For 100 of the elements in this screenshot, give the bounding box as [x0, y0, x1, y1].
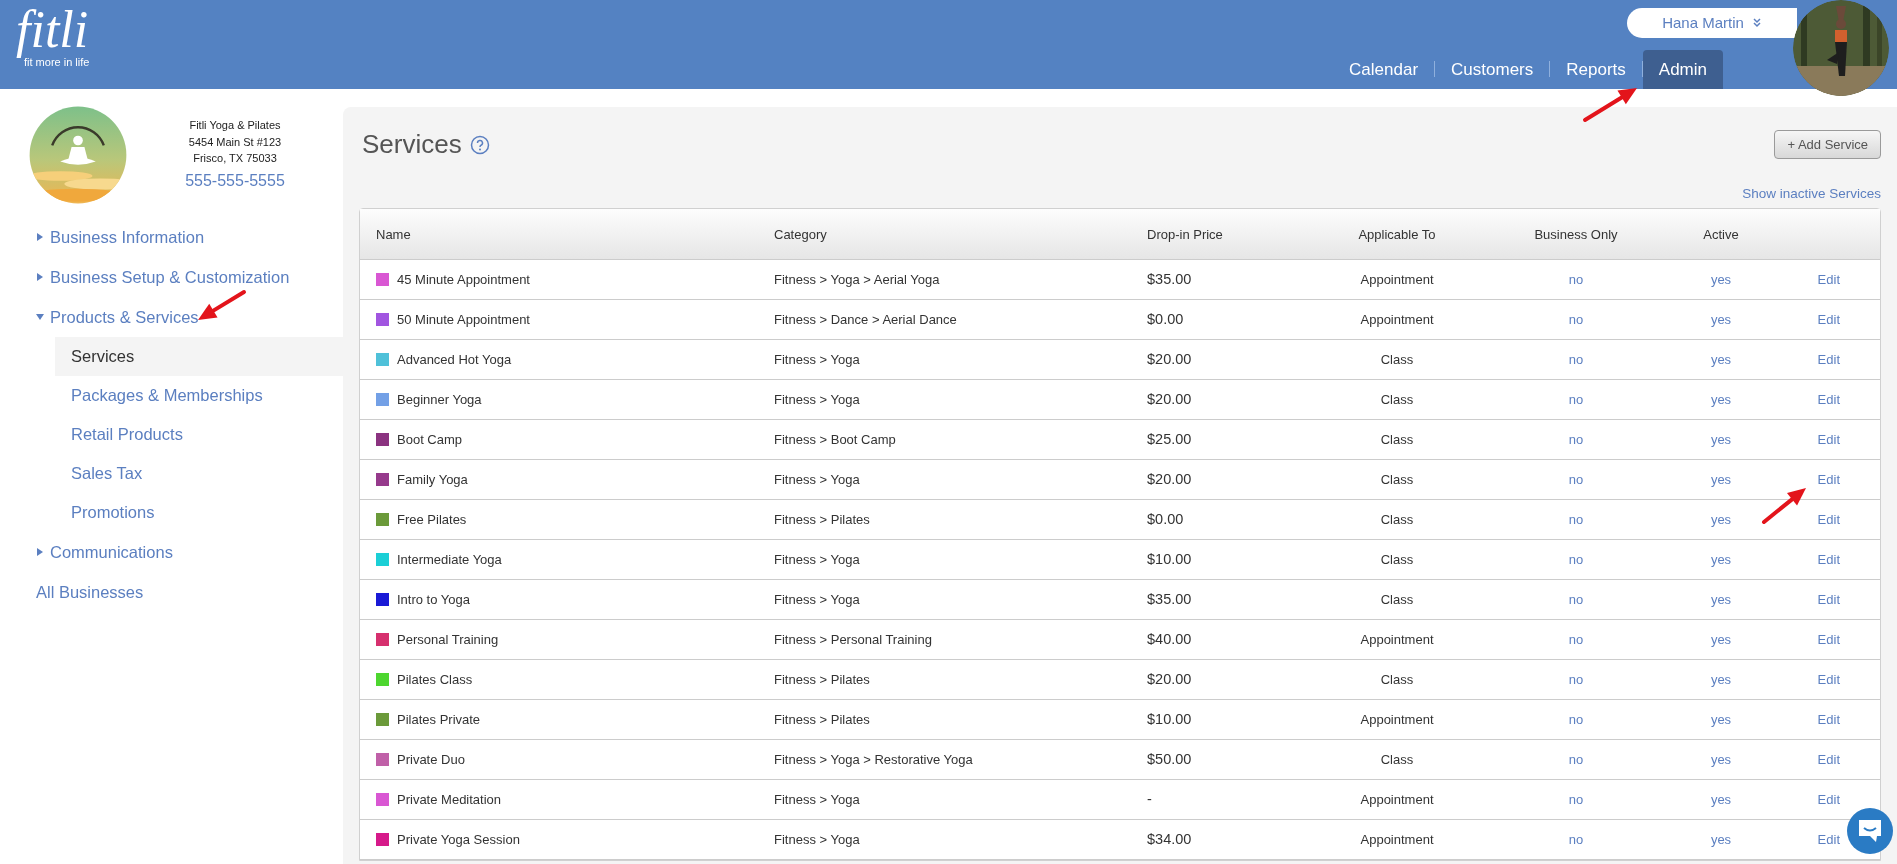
- business-only-cell: no: [1568, 312, 1584, 327]
- chevrons-down-icon: [1751, 18, 1762, 28]
- category-cell: Fitness > Dance > Aerial Dance: [774, 312, 957, 327]
- category-cell: Fitness > Yoga: [774, 592, 860, 607]
- edit-link[interactable]: Edit: [1817, 712, 1840, 727]
- business-only-cell: no: [1568, 272, 1584, 287]
- applicable-cell: Class: [1380, 432, 1414, 447]
- edit-link[interactable]: Edit: [1817, 432, 1840, 447]
- category-cell: Fitness > Yoga: [774, 832, 860, 847]
- edit-link[interactable]: Edit: [1817, 752, 1840, 767]
- edit-link[interactable]: Edit: [1817, 632, 1840, 647]
- edit-link[interactable]: Edit: [1817, 392, 1840, 407]
- applicable-cell: Class: [1380, 592, 1414, 607]
- edit-link[interactable]: Edit: [1817, 832, 1840, 847]
- column-header: Category: [774, 227, 827, 243]
- active-cell: yes: [1710, 592, 1732, 607]
- nav-tab[interactable]: Admin: [1642, 50, 1723, 89]
- service-name: Private Duo: [397, 751, 465, 769]
- user-menu[interactable]: Hana Martin: [1627, 8, 1797, 38]
- price-cell: -: [1147, 790, 1152, 807]
- logo[interactable]: fitli: [16, 4, 90, 56]
- sidebar-item[interactable]: Products & Services: [0, 297, 343, 337]
- active-cell: yes: [1710, 712, 1732, 727]
- column-header: Name: [376, 227, 411, 243]
- business-only-cell: no: [1568, 632, 1584, 647]
- caret-right-icon: [36, 233, 44, 241]
- sidebar-subitem[interactable]: Sales Tax: [55, 454, 343, 493]
- service-name: Intermediate Yoga: [397, 551, 502, 569]
- edit-link[interactable]: Edit: [1817, 792, 1840, 807]
- active-cell: yes: [1710, 312, 1732, 327]
- business-only-cell: no: [1568, 352, 1584, 367]
- applicable-cell: Appointment: [1360, 272, 1434, 287]
- edit-link[interactable]: Edit: [1817, 472, 1840, 487]
- edit-link[interactable]: Edit: [1817, 512, 1840, 527]
- edit-link[interactable]: Edit: [1817, 552, 1840, 567]
- edit-link[interactable]: Edit: [1817, 592, 1840, 607]
- price-cell: $20.00: [1147, 390, 1192, 407]
- applicable-cell: Class: [1380, 392, 1414, 407]
- category-cell: Fitness > Personal Training: [774, 632, 932, 647]
- business-city: Frisco, TX 75033: [193, 151, 277, 167]
- page-title: Services: [362, 128, 462, 161]
- business-only-cell: no: [1568, 392, 1584, 407]
- price-cell: $20.00: [1147, 350, 1192, 367]
- service-name: Intro to Yoga: [397, 591, 470, 609]
- help-icon[interactable]: [469, 134, 490, 155]
- edit-link[interactable]: Edit: [1817, 312, 1840, 327]
- applicable-cell: Class: [1380, 672, 1414, 687]
- service-name: 50 Minute Appointment: [397, 311, 530, 329]
- applicable-cell: Class: [1380, 472, 1414, 487]
- active-cell: yes: [1710, 672, 1732, 687]
- category-cell: Fitness > Pilates: [774, 512, 870, 527]
- business-address: 5454 Main St #123: [188, 134, 282, 150]
- service-name: Pilates Private: [397, 711, 481, 729]
- category-cell: Fitness > Yoga: [774, 352, 860, 367]
- edit-link[interactable]: Edit: [1817, 352, 1840, 367]
- price-cell: $50.00: [1147, 750, 1192, 767]
- sidebar-item[interactable]: All Businesses: [0, 572, 343, 612]
- price-cell: $0.00: [1147, 510, 1184, 527]
- nav-tab[interactable]: Calendar: [1333, 50, 1435, 89]
- edit-link[interactable]: Edit: [1817, 672, 1840, 687]
- caret-right-icon: [36, 548, 44, 556]
- category-cell: Fitness > Yoga: [774, 392, 860, 407]
- sidebar-item[interactable]: Communications: [0, 532, 343, 572]
- business-only-cell: no: [1568, 512, 1584, 527]
- sidebar-subitem[interactable]: Services: [55, 337, 343, 376]
- active-cell: yes: [1710, 392, 1732, 407]
- business-only-cell: no: [1568, 472, 1584, 487]
- price-cell: $35.00: [1147, 270, 1192, 287]
- category-cell: Fitness > Yoga: [774, 792, 860, 807]
- service-name: Boot Camp: [397, 431, 463, 449]
- price-cell: $20.00: [1147, 670, 1192, 687]
- category-cell: Fitness > Pilates: [774, 672, 870, 687]
- sidebar-subitem[interactable]: Promotions: [55, 493, 343, 532]
- sidebar-subitem[interactable]: Retail Products: [55, 415, 343, 454]
- column-header: Drop-in Price: [1147, 227, 1223, 243]
- active-cell: yes: [1710, 272, 1732, 287]
- nav-tab[interactable]: Reports: [1550, 50, 1642, 89]
- service-name: Personal Training: [397, 631, 499, 649]
- active-cell: yes: [1710, 632, 1732, 647]
- service-name: Free Pilates: [397, 511, 467, 529]
- active-cell: yes: [1710, 552, 1732, 567]
- sidebar-item[interactable]: Business Setup & Customization: [0, 257, 343, 297]
- applicable-cell: Class: [1380, 752, 1414, 767]
- business-phone[interactable]: 555-555-5555: [185, 168, 285, 193]
- price-cell: $40.00: [1147, 630, 1192, 647]
- applicable-cell: Appointment: [1360, 712, 1434, 727]
- business-only-cell: no: [1568, 592, 1584, 607]
- sidebar-subitem[interactable]: Packages & Memberships: [55, 376, 343, 415]
- active-cell: yes: [1710, 472, 1732, 487]
- edit-link[interactable]: Edit: [1817, 272, 1840, 287]
- column-header: Active: [1703, 227, 1739, 243]
- add-service-button[interactable]: + Add Service: [1774, 130, 1881, 159]
- service-name: 45 Minute Appointment: [397, 271, 530, 289]
- service-name: Advanced Hot Yoga: [397, 351, 512, 369]
- annotation-arrow: [198, 290, 246, 320]
- active-cell: yes: [1710, 792, 1732, 807]
- active-cell: yes: [1710, 832, 1732, 847]
- sidebar-item[interactable]: Business Information: [0, 217, 343, 257]
- nav-tab[interactable]: Customers: [1435, 50, 1550, 89]
- column-header: Business Only: [1534, 227, 1618, 243]
